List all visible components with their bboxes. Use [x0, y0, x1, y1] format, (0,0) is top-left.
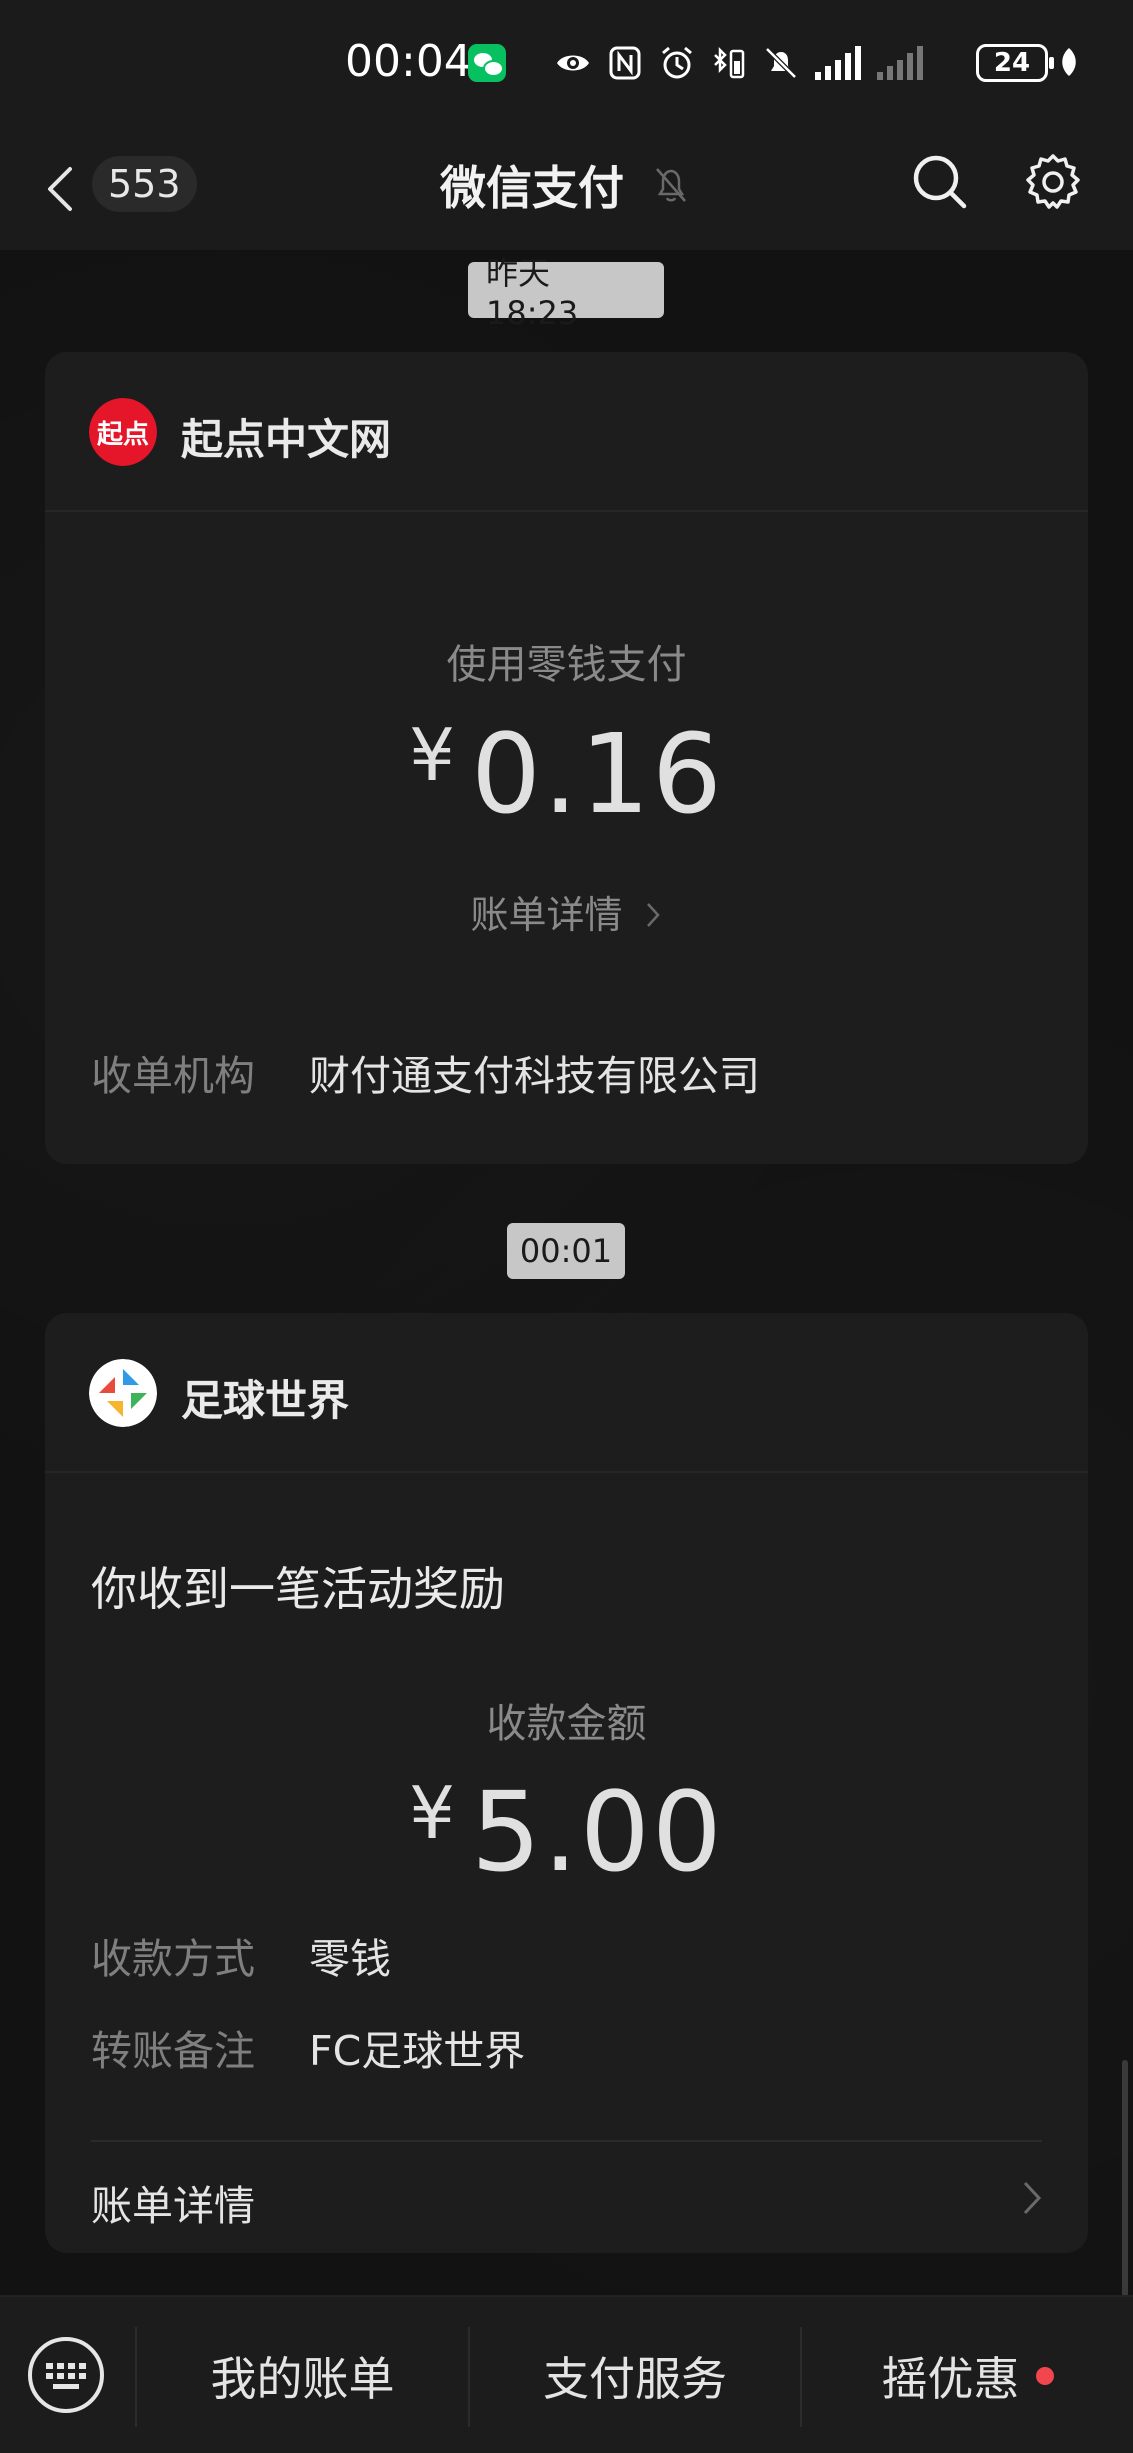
alarm-icon: [662, 46, 692, 79]
info-row: 转账备注 FC足球世界: [91, 2017, 525, 2077]
bell-off-icon: [765, 47, 797, 79]
wechat-notification-icon: [468, 44, 506, 82]
back-arrow-icon[interactable]: [42, 161, 78, 217]
currency-symbol: ¥: [409, 1771, 457, 1855]
row-key: 转账备注: [91, 2027, 255, 2075]
search-icon[interactable]: [910, 152, 968, 210]
payment-card-qidian[interactable]: 起点 起点中文网 使用零钱支付 ¥0.16 账单详情 收单机构 财付通支付科技有限…: [45, 352, 1088, 1164]
chevron-right-icon: [1023, 2181, 1042, 2215]
bill-detail-label: 账单详情: [91, 2182, 255, 2230]
card-header: 足球世界: [45, 1313, 1088, 1473]
battery-icon: 24: [976, 44, 1054, 82]
payment-card-football[interactable]: 足球世界 你收到一笔活动奖励 收款金额 ¥5.00 收款方式 零钱 转账备注 FC足…: [45, 1313, 1088, 2253]
bottom-menu-bar: 我的账单 支付服务 摇优惠: [0, 2295, 1133, 2453]
page-title: 微信支付: [440, 161, 624, 215]
message-timestamp: 昨天 18:23: [468, 254, 664, 332]
notification-dot: [1035, 2367, 1054, 2385]
signal-sim2-icon: [877, 46, 923, 80]
bill-detail-link[interactable]: 账单详情: [45, 884, 1088, 939]
row-value: 零钱: [309, 1935, 391, 1983]
payment-amount: ¥0.16: [45, 710, 1088, 838]
football-world-logo-icon: [89, 1359, 157, 1427]
message-timestamp: 00:01: [507, 1223, 625, 1279]
amount-value: 0.16: [470, 710, 724, 838]
mute-bell-icon: [656, 168, 686, 202]
status-icons: [555, 40, 923, 86]
chevron-right-icon: [646, 903, 660, 927]
info-row: 收款方式 零钱: [91, 1925, 391, 1985]
gear-icon[interactable]: [1022, 152, 1084, 214]
signal-5g-icon: [815, 46, 861, 80]
eye-icon: [557, 55, 589, 71]
amount-value: 5.00: [470, 1768, 724, 1896]
received-amount: ¥5.00: [45, 1768, 1088, 1896]
tab-label: 摇优惠: [881, 2352, 1020, 2406]
row-value: 财付通支付科技有限公司: [309, 1052, 760, 1100]
card-header: 起点 起点中文网: [45, 352, 1088, 512]
row-value: FC足球世界: [309, 2027, 526, 2075]
tab-shake-offers[interactable]: 摇优惠: [802, 2297, 1133, 2453]
keyboard-icon[interactable]: [26, 2335, 106, 2415]
merchant-name: 起点中文网: [181, 415, 392, 464]
row-key: 收款方式: [91, 1935, 255, 1983]
merchant-name: 足球世界: [181, 1376, 350, 1425]
info-row: 收单机构 财付通支付科技有限公司: [91, 1042, 760, 1102]
bill-detail-row[interactable]: 账单详情: [45, 2142, 1088, 2253]
amount-label: 收款金额: [486, 1701, 647, 1747]
leaf-icon: [1062, 48, 1076, 76]
row-key: 收单机构: [91, 1052, 255, 1100]
bill-detail-label: 账单详情: [470, 893, 623, 937]
status-time: 00:04: [345, 36, 472, 87]
tab-payment-services[interactable]: 支付服务: [470, 2297, 800, 2453]
bluetooth-battery-icon: [714, 46, 745, 79]
reward-headline: 你收到一笔活动奖励: [91, 1562, 505, 1616]
pay-method-label: 使用零钱支付: [446, 642, 687, 688]
scrollbar[interactable]: [1122, 2060, 1128, 2300]
status-bar: 00:04 24: [0, 0, 1133, 125]
tab-my-bills[interactable]: 我的账单: [137, 2297, 468, 2453]
qidian-logo-text: 起点: [96, 420, 149, 450]
currency-symbol: ¥: [409, 713, 457, 797]
nfc-icon: [609, 46, 641, 80]
unread-count-badge[interactable]: 553: [92, 156, 197, 212]
